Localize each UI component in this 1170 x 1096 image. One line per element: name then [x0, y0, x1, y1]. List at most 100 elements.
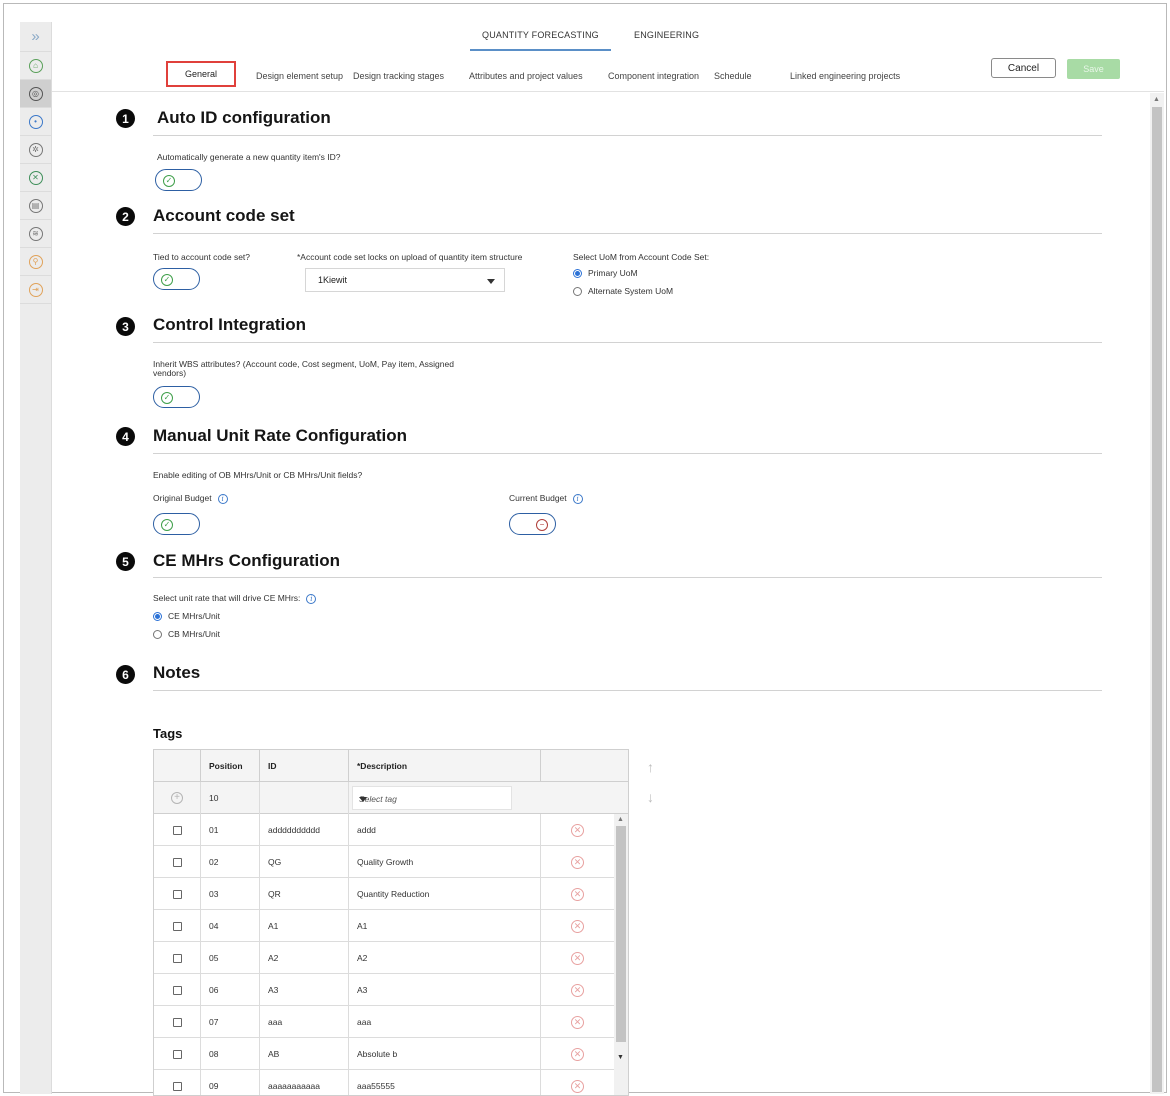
delete-icon[interactable]: ✕	[571, 1079, 584, 1093]
row-select-cell	[154, 846, 201, 878]
subtab-general[interactable]: General	[166, 61, 236, 87]
row-checkbox[interactable]	[172, 1049, 182, 1059]
ce-option-ce-mhrs-unit[interactable]: CE MHrs/Unit	[153, 611, 220, 621]
scroll-up-icon[interactable]: ▲	[617, 816, 624, 823]
target-icon: •	[28, 114, 43, 129]
account-code-select[interactable]: 1Kiewit	[305, 268, 505, 292]
add-cell: +	[154, 782, 201, 814]
delete-icon[interactable]: ✕	[571, 951, 584, 965]
rail-item-forecast[interactable]: ◎	[20, 80, 51, 108]
move-down-icon[interactable]: ↓	[647, 789, 654, 805]
delete-icon[interactable]: ✕	[571, 823, 584, 837]
row-checkbox[interactable]	[172, 1081, 182, 1091]
row-checkbox[interactable]	[172, 857, 182, 867]
row-id: adddddddddd	[260, 814, 349, 846]
row-actions: ✕	[541, 942, 614, 974]
table-row[interactable]: 01 adddddddddd addd ✕	[154, 814, 614, 846]
row-checkbox[interactable]	[172, 921, 182, 931]
rail-item-export[interactable]: ⇥	[20, 276, 51, 304]
page-scrollbar[interactable]: ▲	[1150, 93, 1164, 1094]
original-budget-toggle[interactable]: ✓	[153, 513, 200, 535]
table-row[interactable]: 03 QR Quantity Reduction ✕	[154, 878, 614, 910]
subtab-linked-engineering-projects[interactable]: Linked engineering projects	[790, 71, 900, 81]
rail-item-docs[interactable]: ▤	[20, 192, 51, 220]
row-actions: ✕	[541, 814, 614, 846]
row-id: QG	[260, 846, 349, 878]
row-actions: ✕	[541, 1006, 614, 1038]
section-number-1: 1	[116, 109, 135, 128]
info-icon[interactable]: i	[572, 493, 583, 504]
section-number-6: 6	[116, 665, 135, 684]
auto-id-toggle[interactable]: ✓	[155, 169, 202, 191]
row-description: Quantity Reduction	[349, 878, 541, 910]
row-select-cell	[154, 1038, 201, 1070]
uom-option-alternate[interactable]: Alternate System UoM	[573, 286, 673, 296]
table-row[interactable]: 05 A2 A2 ✕	[154, 942, 614, 974]
select-tag-dropdown[interactable]: Select tag	[352, 786, 512, 810]
tab-engineering[interactable]: ENGINEERING	[634, 30, 699, 40]
radio-selected[interactable]	[573, 268, 582, 278]
row-position: 05	[201, 942, 260, 974]
table-scrollbar-thumb[interactable]	[616, 826, 626, 1042]
delete-icon[interactable]: ✕	[571, 855, 584, 869]
rail-item-home[interactable]: ⌂	[20, 52, 51, 80]
row-checkbox[interactable]	[172, 985, 182, 995]
row-checkbox[interactable]	[172, 953, 182, 963]
uom-option-primary[interactable]: Primary UoM	[573, 268, 638, 278]
rail-item-reports[interactable]: ≋	[20, 220, 51, 248]
delete-icon[interactable]: ✕	[571, 983, 584, 997]
info-icon[interactable]: i	[306, 593, 317, 604]
rail-item-target[interactable]: •	[20, 108, 51, 136]
table-row[interactable]: 02 QG Quality Growth ✕	[154, 846, 614, 878]
delete-icon[interactable]: ✕	[571, 1047, 584, 1061]
table-scrollbar[interactable]: ▲ ▼	[614, 814, 628, 1095]
table-row[interactable]: 08 AB Absolute b ✕	[154, 1038, 614, 1070]
chevron-down-icon	[487, 279, 495, 284]
control-question: Inherit WBS attributes? (Account code, C…	[153, 359, 454, 369]
radio-unselected[interactable]	[573, 286, 582, 296]
row-id: A3	[260, 974, 349, 1006]
row-checkbox[interactable]	[172, 1017, 182, 1027]
info-icon[interactable]: i	[217, 493, 228, 504]
scroll-up-icon[interactable]: ▲	[1153, 96, 1160, 103]
expand-rail-icon[interactable]: »	[20, 22, 51, 52]
row-id: A2	[260, 942, 349, 974]
row-position: 04	[201, 910, 260, 942]
original-budget-label: Original Budget i	[153, 493, 228, 504]
table-row[interactable]: 04 A1 A1 ✕	[154, 910, 614, 942]
current-budget-toggle[interactable]: −	[509, 513, 556, 535]
ce-option-cb-mhrs-unit[interactable]: CB MHrs/Unit	[153, 629, 220, 639]
row-description: A2	[349, 942, 541, 974]
radio-unselected[interactable]	[153, 629, 162, 639]
row-description: addd	[349, 814, 541, 846]
cancel-button[interactable]: Cancel	[991, 58, 1056, 78]
rail-item-tools[interactable]: ✕	[20, 164, 51, 192]
radio-selected[interactable]	[153, 611, 162, 621]
rail-item-search[interactable]: ⚲	[20, 248, 51, 276]
subtab-attributes-project-values[interactable]: Attributes and project values	[469, 71, 583, 81]
scroll-down-icon[interactable]: ▼	[617, 1054, 624, 1061]
subtab-component-integration[interactable]: Component integration	[608, 71, 699, 81]
save-button[interactable]: Save	[1067, 59, 1120, 79]
tied-account-code-toggle[interactable]: ✓	[153, 268, 200, 290]
table-row[interactable]: 07 aaa aaa ✕	[154, 1006, 614, 1038]
delete-icon[interactable]: ✕	[571, 887, 584, 901]
table-row[interactable]: 06 A3 A3 ✕	[154, 974, 614, 1006]
tag-rows: 01 adddddddddd addd ✕ 02 QG Quality Growth ✕ 03 Q…	[154, 814, 614, 1095]
add-icon[interactable]: +	[171, 792, 183, 804]
row-checkbox[interactable]	[172, 889, 182, 899]
subtab-design-tracking-stages[interactable]: Design tracking stages	[353, 71, 444, 81]
move-up-icon[interactable]: ↑	[647, 759, 654, 775]
subtab-schedule[interactable]: Schedule	[714, 71, 752, 81]
table-row[interactable]: 09 aaaaaaaaaaa aaa55555 ✕	[154, 1070, 614, 1095]
rail-item-settings[interactable]: ✲	[20, 136, 51, 164]
delete-icon[interactable]: ✕	[571, 919, 584, 933]
inherit-wbs-toggle[interactable]: ✓	[153, 386, 200, 408]
row-description: aaa55555	[349, 1070, 541, 1095]
section-title-notes: Notes	[153, 663, 201, 682]
delete-icon[interactable]: ✕	[571, 1015, 584, 1029]
tab-quantity-forecasting[interactable]: QUANTITY FORECASTING	[470, 30, 611, 51]
row-checkbox[interactable]	[172, 825, 182, 835]
subtab-design-element-setup[interactable]: Design element setup	[256, 71, 343, 81]
scrollbar-thumb[interactable]	[1152, 107, 1162, 1092]
